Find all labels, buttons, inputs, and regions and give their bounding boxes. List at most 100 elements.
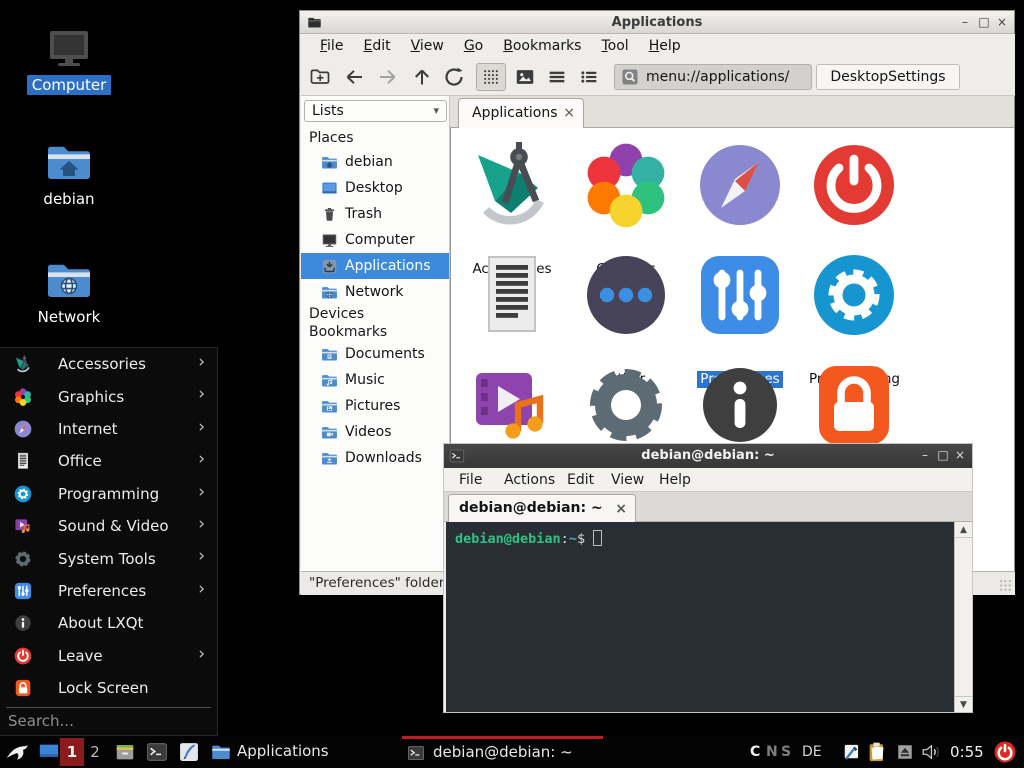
clock[interactable]: 0:55 [950,736,984,768]
terminal-screen[interactable]: debian@debian:~$ [446,522,954,712]
menu-view[interactable]: View [611,468,644,492]
workspace-1-button[interactable]: 1 [60,738,84,766]
menu-item-system-tools[interactable]: System Tools › [0,542,217,574]
desktopsettings-folder-button[interactable]: DesktopSettings [816,64,960,90]
menu-tool[interactable]: Tool [594,36,635,56]
sidebar-item-computer[interactable]: Computer [301,227,449,253]
sidebar-item-network[interactable]: Network [301,279,449,305]
clipboard-tray-icon[interactable] [866,741,888,763]
menu-help[interactable]: Help [659,468,691,492]
reload-button[interactable] [442,65,466,89]
address-bar[interactable]: menu://applications/ [614,64,812,90]
app-item-leave[interactable]: Leave [806,132,902,238]
minimize-button[interactable]: – [916,444,934,468]
menu-bookmarks[interactable]: Bookmarks [496,36,588,56]
menu-item-programming[interactable]: Programming › [0,478,217,510]
terminal-launcher[interactable] [146,741,168,763]
workspace-2-button[interactable]: 2 [84,738,106,766]
taskbar-panel: 1 2 Applications debian@debian: ~ C N S … [0,736,1024,768]
up-button[interactable] [410,65,434,89]
window-titlebar[interactable]: debian@debian: ~ – □ × [444,444,972,468]
menu-actions[interactable]: Actions [504,468,555,492]
sidebar-item-debian[interactable]: debian [301,149,449,175]
menu-view[interactable]: View [404,36,451,56]
file-manager-launcher[interactable] [114,741,136,763]
text-editor-launcher[interactable] [178,741,200,763]
app-item-accessories[interactable]: Accessories [464,132,560,238]
icon-view-button[interactable] [476,63,506,91]
task-button-applications[interactable]: Applications [206,736,398,768]
search-icon [621,68,639,86]
menu-item-sound-video[interactable]: Sound & Video › [0,510,217,542]
sidebar-item-label: Computer [345,232,415,248]
tab-close-icon[interactable]: × [615,495,627,523]
menu-search-input[interactable] [8,712,208,730]
menu-item-about-lxqt[interactable]: About LXQt [0,607,217,639]
compact-view-button[interactable] [542,63,572,91]
menu-item-internet[interactable]: Internet › [0,413,217,445]
app-menu-button[interactable] [4,739,30,765]
thumbnail-view-button[interactable] [510,63,540,91]
menu-item-label: Lock Screen [58,679,217,697]
sidebar-item-music[interactable]: Music [301,367,449,393]
close-button[interactable]: × [951,444,969,468]
desktop-icon-computer[interactable]: Computer [30,24,108,95]
sidebar-item-videos[interactable]: Videos [301,419,449,445]
side-pane-mode-select[interactable]: Lists ▾ [304,100,447,122]
app-item-graphics[interactable]: Graphics [578,132,674,238]
window-title: Applications [300,11,1014,34]
places-header: Places [301,129,449,147]
menu-item-lock-screen[interactable]: Lock Screen [0,672,217,704]
desktop-icon-debian[interactable]: debian [30,138,108,209]
maximize-button[interactable]: □ [975,11,993,34]
removable-media-tray-icon[interactable] [896,743,914,761]
sidebar-item-documents[interactable]: Documents [301,341,449,367]
scroll-down-icon[interactable]: ▼ [955,696,972,712]
desktop-icon-network[interactable]: Network [30,256,108,327]
caps-lock-indicator: C [750,736,760,768]
sidebar-item-downloads[interactable]: Downloads [301,445,449,471]
window-titlebar[interactable]: Applications – □ × [300,11,1014,34]
shell-prompt: debian@debian:~$ [455,530,602,547]
menu-edit[interactable]: Edit [356,36,397,56]
menu-help[interactable]: Help [642,36,688,56]
app-item-programming[interactable]: Programming [806,242,902,348]
sidebar-item-trash[interactable]: Trash [301,201,449,227]
menu-item-graphics[interactable]: Graphics › [0,380,217,412]
sidebar-item-applications[interactable]: Applications [301,253,449,279]
volume-tray-icon[interactable] [920,741,942,763]
keyboard-layout-button[interactable]: DE [802,736,822,768]
tab-applications[interactable]: Applications × [458,98,584,128]
resize-grip[interactable] [999,579,1012,592]
minimize-button[interactable]: – [956,11,974,34]
menu-item-accessories[interactable]: Accessories › [0,348,217,380]
task-button-terminal[interactable]: debian@debian: ~ [402,736,603,768]
leave-button[interactable] [993,740,1017,764]
sidebar-item-pictures[interactable]: Pictures [301,393,449,419]
back-button[interactable] [342,65,366,89]
menu-item-office[interactable]: Office › [0,445,217,477]
detailed-view-button[interactable] [574,63,604,91]
menu-edit[interactable]: Edit [567,468,594,492]
sidebar-item-desktop[interactable]: Desktop [301,175,449,201]
scrollbar[interactable]: ▲ ▼ [954,522,972,712]
show-desktop-button[interactable] [38,741,60,763]
tab-terminal[interactable]: debian@debian: ~ × [448,494,636,522]
screenshot-tray-icon[interactable] [841,742,861,762]
menu-go[interactable]: Go [457,36,490,56]
menu-item-label: Sound & Video [58,517,217,535]
app-item-internet[interactable]: Internet [692,132,788,238]
new-tab-button[interactable] [308,65,332,89]
app-item-other[interactable]: Other [578,242,674,348]
menu-item-preferences[interactable]: Preferences › [0,575,217,607]
menu-file[interactable]: File [459,468,482,492]
menu-file[interactable]: File [313,36,350,56]
app-item-preferences[interactable]: Preferences [692,242,788,348]
close-button[interactable]: × [993,11,1011,34]
app-item-office[interactable]: Office [464,242,560,348]
menu-item-leave[interactable]: Leave › [0,640,217,672]
maximize-button[interactable]: □ [934,444,952,468]
scroll-up-icon[interactable]: ▲ [955,522,972,538]
forward-button[interactable] [376,65,400,89]
tab-close-icon[interactable]: × [563,99,575,127]
